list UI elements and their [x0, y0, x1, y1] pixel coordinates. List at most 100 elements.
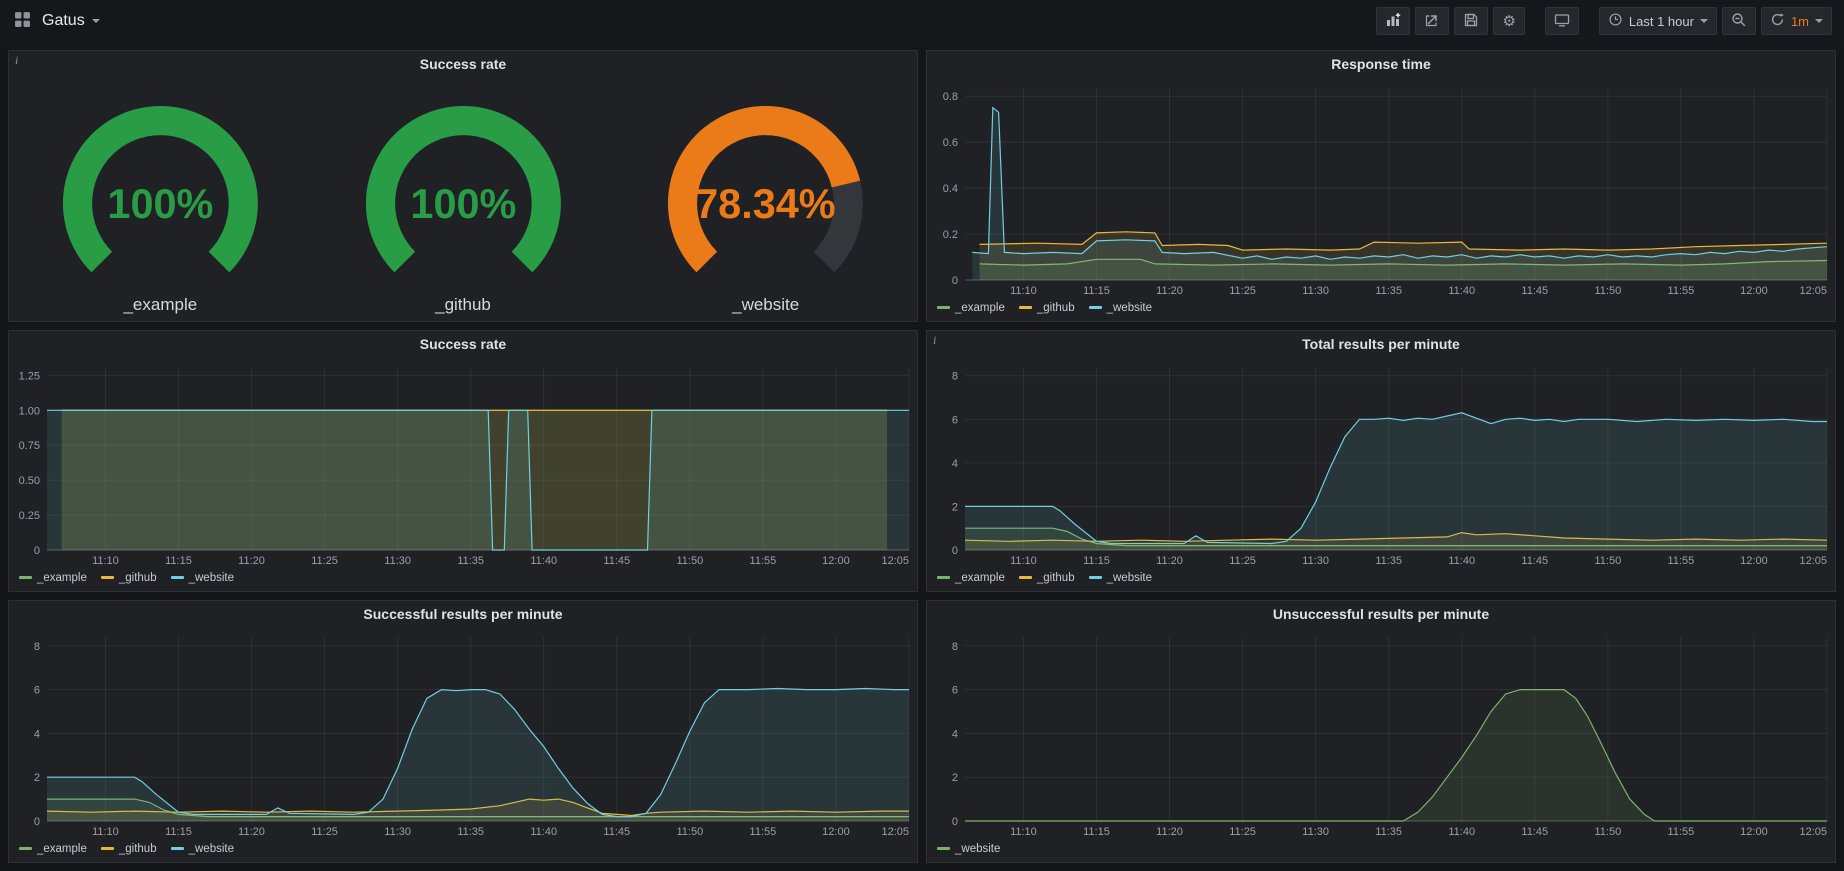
x-axis-tick-label: 11:55 [750, 555, 777, 567]
legend-swatch-icon [1019, 576, 1032, 579]
y-axis-tick-label: 6 [952, 685, 958, 697]
legend-item[interactable]: _example [19, 843, 87, 855]
y-axis-tick-label: 0 [34, 545, 40, 557]
panel-title[interactable]: Unsuccessful results per minute [927, 601, 1835, 627]
legend-label: _github [1037, 302, 1075, 314]
x-axis-tick-label: 11:55 [1668, 555, 1695, 567]
gauge-value-text: 78.34% [695, 180, 836, 227]
gauge-value-text: 100% [107, 180, 213, 227]
y-axis-tick-label: 8 [34, 641, 40, 653]
x-axis-tick-label: 11:35 [1375, 555, 1402, 567]
x-axis-tick-label: 11:30 [384, 555, 411, 567]
legend-swatch-icon [937, 576, 950, 579]
y-axis-tick-label: 6 [952, 414, 958, 426]
chart-success-rate[interactable]: 00.250.500.751.001.2511:1011:1511:2011:2… [9, 357, 917, 569]
legend-label: _website [189, 572, 234, 584]
y-axis-tick-label: 0.2 [943, 229, 958, 241]
x-axis-tick-label: 12:00 [1740, 285, 1768, 297]
legend-item[interactable]: _website [937, 843, 1000, 855]
share-icon [1424, 12, 1440, 31]
x-axis-tick-label: 11:50 [676, 555, 703, 567]
panel-response-time: Response time 00.20.40.60.811:1011:1511:… [926, 50, 1836, 322]
settings-button[interactable]: ⚙ [1493, 7, 1524, 35]
legend-label: _example [955, 302, 1005, 314]
legend-item[interactable]: _website [171, 843, 234, 855]
x-axis-tick-label: 12:00 [1740, 826, 1768, 838]
caret-down-icon [1815, 19, 1823, 23]
legend-item[interactable]: _example [19, 572, 87, 584]
y-axis-tick-label: 0.75 [19, 440, 40, 452]
chart-unsuccessful-results[interactable]: 0246811:1011:1511:2011:2511:3011:3511:40… [927, 627, 1835, 840]
panel-title[interactable]: Successful results per minute [9, 601, 917, 627]
panel-successful-results: Successful results per minute 0246811:10… [8, 600, 918, 863]
panel-info-icon[interactable]: i [15, 53, 18, 68]
y-axis-tick-label: 8 [952, 371, 958, 383]
add-panel-button[interactable] [1376, 7, 1410, 35]
legend-label: _example [37, 572, 87, 584]
legend-swatch-icon [937, 306, 950, 309]
x-axis-tick-label: 12:05 [1799, 555, 1827, 567]
legend-item[interactable]: _website [1089, 572, 1152, 584]
x-axis-tick-label: 11:50 [676, 826, 703, 838]
save-button[interactable] [1454, 7, 1488, 35]
panel-title[interactable]: Success rate [9, 331, 917, 357]
y-axis-tick-label: 0.8 [943, 91, 958, 103]
legend-item[interactable]: _example [937, 302, 1005, 314]
legend-item[interactable]: _github [101, 572, 157, 584]
x-axis-tick-label: 11:40 [530, 826, 557, 838]
y-axis-tick-label: 0 [952, 545, 958, 557]
x-axis-tick-label: 11:25 [1229, 555, 1256, 567]
legend-swatch-icon [171, 576, 184, 579]
grafana-dashboard: Gatus ⚙ [0, 0, 1844, 871]
chart-svg: 00.20.40.60.811:1011:1511:2011:2511:3011… [927, 77, 1835, 299]
x-axis-tick-label: 11:40 [530, 555, 557, 567]
panel-title[interactable]: Response time [927, 51, 1835, 77]
tv-mode-button[interactable] [1545, 7, 1579, 35]
y-axis-tick-label: 1.00 [19, 405, 40, 417]
x-axis-tick-label: 11:35 [457, 826, 484, 838]
time-range-label: Last 1 hour [1629, 14, 1694, 29]
x-axis-tick-label: 11:55 [750, 826, 777, 838]
chart-response-time[interactable]: 00.20.40.60.811:1011:1511:2011:2511:3011… [927, 77, 1835, 299]
y-axis-tick-label: 2 [952, 501, 958, 513]
legend: _example _github _website [927, 299, 1835, 321]
legend-item[interactable]: _website [1089, 302, 1152, 314]
x-axis-tick-label: 11:20 [1156, 826, 1183, 838]
dashboard-menu-button[interactable] [12, 9, 33, 33]
x-axis-tick-label: 11:30 [1302, 826, 1329, 838]
navbar: Gatus ⚙ [0, 0, 1844, 42]
legend-item[interactable]: _github [1019, 302, 1075, 314]
series-line [965, 690, 1827, 821]
panel-info-icon[interactable]: i [933, 333, 936, 348]
legend-item[interactable]: _github [1019, 572, 1075, 584]
legend-label: _github [119, 572, 157, 584]
chart-total-results[interactable]: 0246811:1011:1511:2011:2511:3011:3511:40… [927, 357, 1835, 569]
y-axis-tick-label: 0 [952, 275, 958, 287]
y-axis-tick-label: 0.50 [19, 475, 40, 487]
panel-title[interactable]: Total results per minute [927, 331, 1835, 357]
gauge-example: 100% _example [9, 77, 312, 315]
monitor-icon [1554, 12, 1570, 31]
chart-successful-results[interactable]: 0246811:1011:1511:2011:2511:3011:3511:40… [9, 627, 917, 840]
legend-label: _website [1107, 572, 1152, 584]
legend-item[interactable]: _website [171, 572, 234, 584]
refresh-button[interactable]: 1m [1761, 7, 1832, 35]
series-area [965, 413, 1827, 550]
dashboard-title[interactable]: Gatus [42, 12, 100, 30]
x-axis-tick-label: 11:40 [1448, 285, 1475, 297]
legend-item[interactable]: _example [937, 572, 1005, 584]
gauge-label: _website [732, 295, 799, 315]
x-axis-tick-label: 12:05 [1799, 285, 1827, 297]
panel-title[interactable]: Success rate [9, 51, 917, 77]
legend-swatch-icon [1089, 576, 1102, 579]
x-axis-tick-label: 11:25 [1229, 826, 1256, 838]
legend-item[interactable]: _github [101, 843, 157, 855]
x-axis-tick-label: 11:30 [384, 826, 411, 838]
x-axis-tick-label: 11:35 [1375, 826, 1402, 838]
zoom-out-button[interactable] [1722, 7, 1756, 35]
legend: _example _github _website [9, 840, 917, 862]
share-button[interactable] [1415, 7, 1449, 35]
time-range-picker[interactable]: Last 1 hour [1599, 7, 1717, 35]
x-axis-tick-label: 11:25 [311, 555, 338, 567]
x-axis-tick-label: 11:10 [92, 826, 119, 838]
